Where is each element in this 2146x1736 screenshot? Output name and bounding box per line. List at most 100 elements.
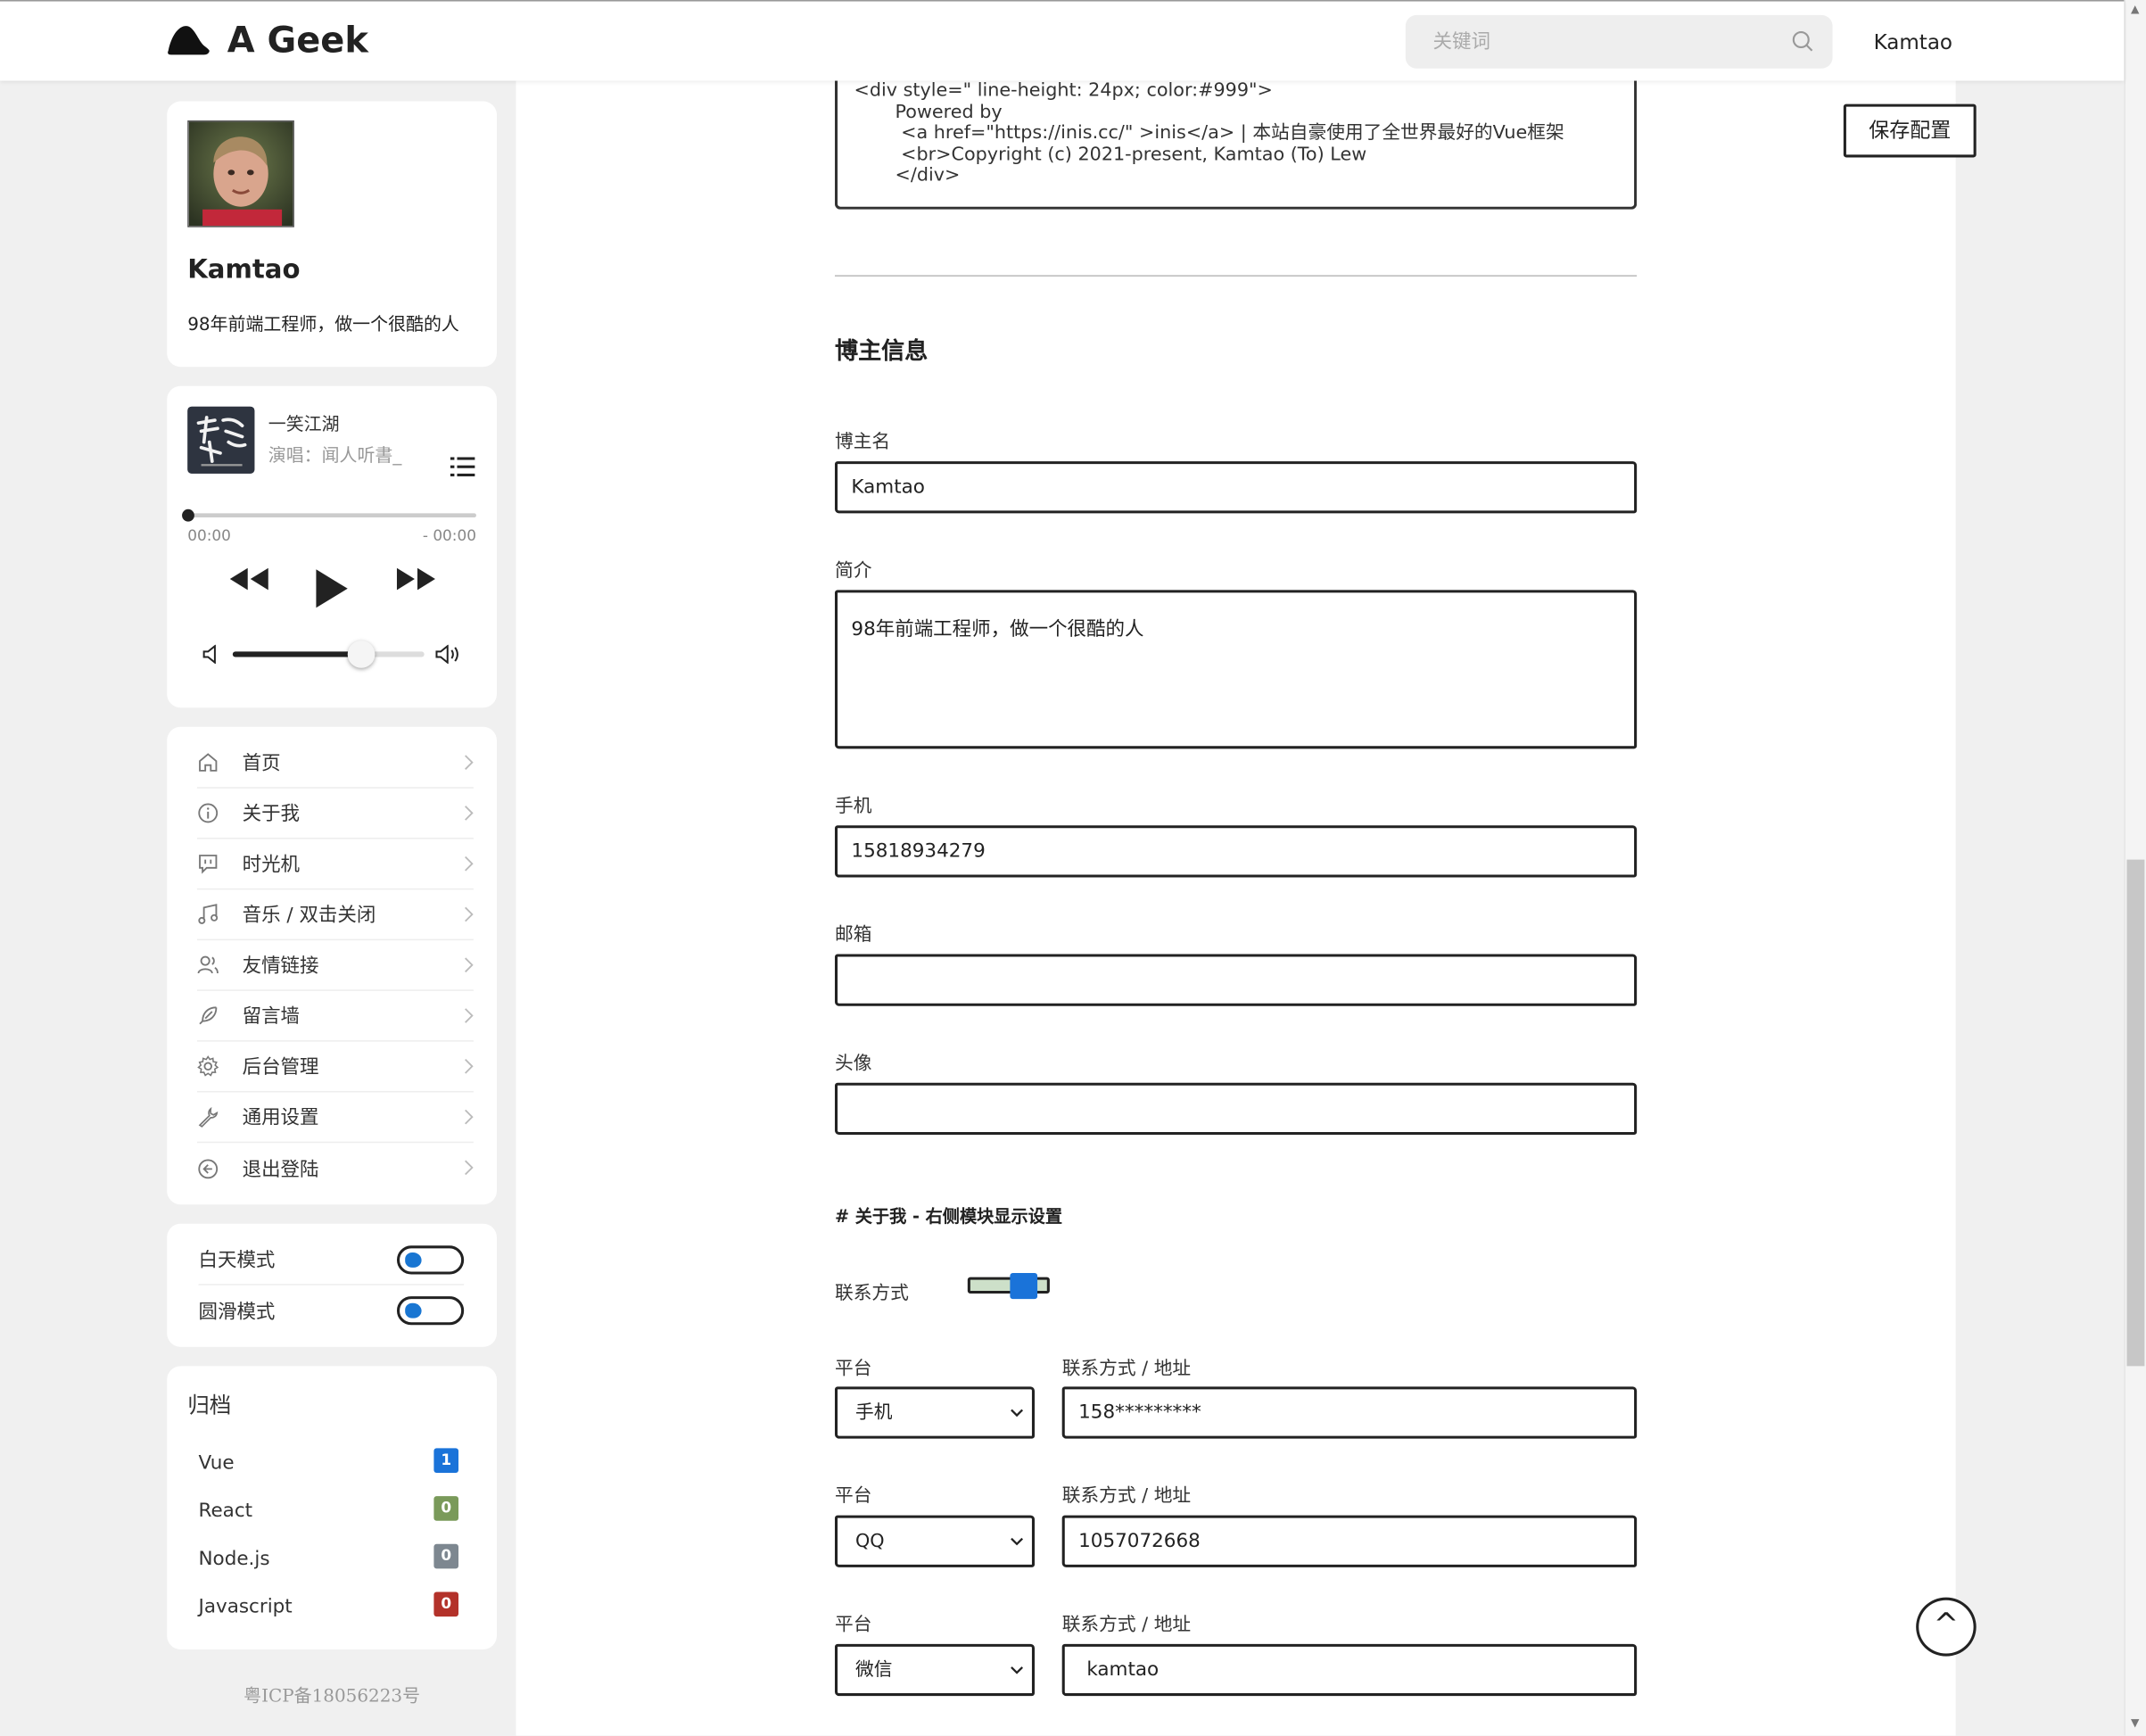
archive-card: 归档 Vue 1 React 0 Node.js 0 Javascript 0 (167, 1366, 497, 1649)
archive-item-javascript[interactable]: Javascript 0 (198, 1591, 459, 1620)
sidebar-item-links[interactable]: 友情链接 (196, 940, 474, 991)
day-mode-toggle[interactable] (396, 1244, 465, 1274)
volume-slider[interactable] (232, 641, 425, 668)
smooth-mode-toggle[interactable] (396, 1296, 465, 1326)
chevron-down-icon (1011, 1537, 1024, 1546)
sidebar-item-about[interactable]: 关于我 (196, 789, 474, 839)
icp-license-link[interactable]: 粤ICP备18056223号 (167, 1681, 497, 1707)
archive-count-badge: 1 (433, 1448, 459, 1474)
platform-select-value: QQ (855, 1530, 885, 1553)
archive-item-label: Vue (198, 1451, 235, 1475)
scroll-up-icon[interactable]: ▲ (2131, 3, 2139, 15)
day-mode-row: 白天模式 (198, 1235, 465, 1285)
address-label: 联系方式 / 地址 (1061, 1484, 1192, 1508)
chevron-right-icon (465, 1058, 474, 1074)
footer-code-textarea[interactable]: <div style=" line-height: 24px; color:#9… (834, 60, 1638, 210)
email-label: 邮箱 (834, 923, 872, 947)
playlist-icon[interactable] (450, 457, 475, 476)
site-name[interactable]: A Geek (227, 21, 368, 62)
gear-icon (197, 1055, 219, 1077)
message-icon (199, 855, 218, 874)
top-header: A Geek Kamtao (0, 0, 2125, 81)
blogger-name-input[interactable]: Kamtao (834, 461, 1638, 514)
platform-select[interactable]: QQ (834, 1515, 1036, 1567)
platform-label: 平台 (834, 1484, 872, 1508)
archive-item-vue[interactable]: Vue 1 (198, 1448, 459, 1476)
sidebar-item-settings[interactable]: 通用设置 (196, 1092, 474, 1144)
platform-select-value: 微信 (855, 1658, 893, 1682)
platform-select[interactable]: 手机 (834, 1386, 1036, 1439)
search-input[interactable] (1432, 26, 1776, 59)
chevron-right-icon (465, 856, 474, 872)
progress-knob[interactable] (182, 508, 194, 522)
sidebar-item-label: 关于我 (242, 803, 301, 826)
page-scrollbar[interactable]: ▲ ▼ (2124, 0, 2146, 1736)
sidebar-item-music[interactable]: 音乐 / 双击关闭 (196, 889, 474, 941)
platform-select[interactable]: 微信 (834, 1643, 1036, 1697)
about-settings-title: # 关于我 - 右侧模块显示设置 (834, 1205, 1063, 1227)
scroll-down-icon[interactable]: ▼ (2131, 1716, 2139, 1729)
archive-item-nodejs[interactable]: Node.js 0 (198, 1543, 459, 1572)
volume-mute-icon[interactable] (202, 644, 219, 665)
avatar-label: 头像 (834, 1052, 872, 1075)
mode-settings: 白天模式 圆滑模式 (167, 1223, 497, 1347)
chevron-down-icon (1011, 1409, 1024, 1418)
search-icon[interactable] (1792, 30, 1814, 53)
sidebar-item-label: 音乐 / 双击关闭 (242, 905, 376, 927)
play-icon[interactable] (313, 568, 349, 609)
user-menu[interactable]: Kamtao (1874, 30, 1952, 55)
contact-toggle[interactable] (967, 1272, 1050, 1300)
address-label: 联系方式 / 地址 (1061, 1614, 1192, 1636)
archive-count-badge: 0 (433, 1591, 459, 1617)
music-icon (198, 904, 219, 924)
sidebar-item-admin[interactable]: 后台管理 (196, 1042, 474, 1093)
back-to-top-button[interactable]: ^ (1916, 1597, 1977, 1657)
home-icon (199, 753, 218, 772)
sidebar-item-label: 友情链接 (242, 955, 319, 978)
sidebar-item-logout[interactable]: 退出登陆 (197, 1143, 474, 1194)
avatar (187, 120, 294, 227)
chevron-right-icon (465, 957, 474, 973)
blogger-name-label: 博主名 (834, 431, 891, 453)
contact-value-input[interactable]: kamtao (1061, 1643, 1638, 1697)
fast-forward-icon[interactable] (395, 566, 436, 593)
contact-value-input[interactable]: 1057072668 (1061, 1515, 1638, 1567)
archive-count-badge: 0 (433, 1543, 459, 1569)
phone-label: 手机 (834, 795, 872, 818)
scrollbar-thumb[interactable] (2126, 859, 2145, 1367)
users-icon (197, 955, 219, 974)
settings-panel: <div style=" line-height: 24px; color:#9… (516, 60, 1956, 1736)
sidebar-item-label: 后台管理 (242, 1056, 319, 1079)
chevron-right-icon (465, 1109, 474, 1125)
email-input[interactable] (834, 954, 1638, 1006)
avatar-input[interactable] (834, 1082, 1638, 1136)
info-icon (198, 803, 219, 823)
platform-select-value: 手机 (855, 1401, 893, 1424)
volume-knob[interactable] (347, 641, 376, 668)
section-title: 博主信息 (834, 337, 929, 366)
sidebar-item-timemachine[interactable]: 时光机 (196, 839, 474, 890)
phone-input[interactable]: 15818934279 (834, 825, 1638, 878)
contact-label: 联系方式 (834, 1282, 909, 1305)
volume-fill (232, 651, 361, 657)
rewind-icon[interactable] (228, 566, 269, 593)
progress-bar[interactable] (182, 508, 476, 522)
search-box (1405, 14, 1833, 69)
intro-textarea[interactable]: 98年前端工程师，做一个很酷的人 (834, 590, 1638, 749)
time-current: 00:00 (187, 526, 231, 545)
archive-item-react[interactable]: React 0 (198, 1496, 459, 1524)
chevron-right-icon (465, 806, 474, 821)
archive-count-badge: 0 (433, 1496, 459, 1521)
platform-label: 平台 (834, 1614, 872, 1636)
logout-icon (198, 1158, 219, 1178)
sidebar-item-guestbook[interactable]: 留言墙 (196, 991, 474, 1042)
logo-icon[interactable] (167, 23, 210, 56)
save-config-button[interactable]: 保存配置 (1843, 103, 1977, 158)
profile-bio: 98年前端工程师，做一个很酷的人 (187, 314, 459, 335)
smooth-mode-row: 圆滑模式 (198, 1285, 465, 1336)
sidebar-item-label: 退出登陆 (242, 1158, 319, 1181)
contact-value-input[interactable]: 158********* (1061, 1386, 1638, 1439)
sidebar-item-home[interactable]: 首页 (196, 738, 474, 789)
volume-up-icon[interactable] (435, 644, 460, 665)
divider (834, 275, 1638, 277)
